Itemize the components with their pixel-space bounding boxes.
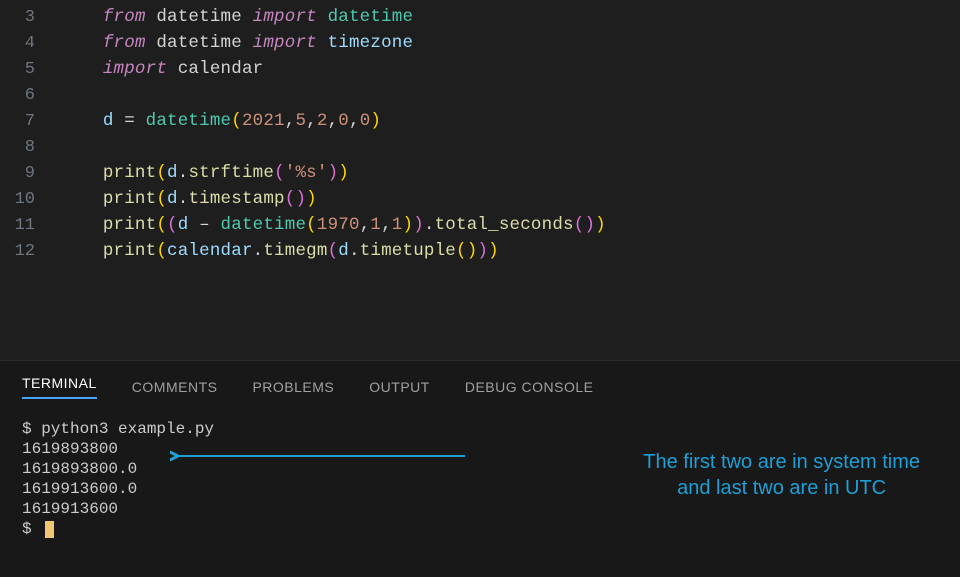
code-content[interactable]: print(d.strftime('%s')) [60, 163, 349, 183]
code-line[interactable]: 11 print((d – datetime(1970,1,1)).total_… [0, 212, 960, 238]
code-editor[interactable]: 3 from datetime import datetime4 from da… [0, 0, 960, 304]
tab-problems[interactable]: PROBLEMS [252, 379, 334, 395]
tab-debug-console[interactable]: DEBUG CONSOLE [465, 379, 594, 395]
tab-comments[interactable]: COMMENTS [132, 379, 218, 395]
panel-tabs: TERMINAL COMMENTS PROBLEMS OUTPUT DEBUG … [0, 361, 960, 409]
code-line[interactable]: 8 [0, 134, 960, 160]
terminal-line: 1619913600 [22, 499, 938, 519]
code-content[interactable] [60, 85, 103, 105]
terminal-line: $ python3 example.py [22, 419, 938, 439]
terminal-cursor [45, 521, 54, 538]
terminal-line: $ [22, 519, 938, 539]
code-content[interactable]: from datetime import datetime [60, 7, 413, 27]
line-number: 12 [0, 242, 60, 261]
line-number: 5 [0, 60, 60, 79]
line-number: 4 [0, 34, 60, 53]
code-content[interactable]: print(calendar.timegm(d.timetuple())) [60, 241, 499, 261]
line-number: 6 [0, 86, 60, 105]
tab-output[interactable]: OUTPUT [369, 379, 430, 395]
code-content[interactable]: print((d – datetime(1970,1,1)).total_sec… [60, 215, 606, 235]
code-line[interactable]: 3 from datetime import datetime [0, 4, 960, 30]
code-content[interactable]: print(d.timestamp()) [60, 189, 317, 209]
code-content[interactable]: from datetime import timezone [60, 33, 413, 53]
line-number: 3 [0, 8, 60, 27]
code-content[interactable]: d = datetime(2021,5,2,0,0) [60, 111, 381, 131]
annotation-text: The first two are in system time and las… [643, 449, 920, 501]
tab-terminal[interactable]: TERMINAL [22, 375, 97, 399]
code-line[interactable]: 12 print(calendar.timegm(d.timetuple())) [0, 238, 960, 264]
code-line[interactable]: 9 print(d.strftime('%s')) [0, 160, 960, 186]
code-line[interactable]: 7 d = datetime(2021,5,2,0,0) [0, 108, 960, 134]
line-number: 10 [0, 190, 60, 209]
annotation-line2: and last two are in UTC [643, 475, 920, 501]
annotation-line1: The first two are in system time [643, 449, 920, 475]
line-number: 7 [0, 112, 60, 131]
code-line[interactable]: 6 [0, 82, 960, 108]
code-line[interactable]: 5 import calendar [0, 56, 960, 82]
line-number: 9 [0, 164, 60, 183]
code-content[interactable] [60, 137, 103, 157]
line-number: 11 [0, 216, 60, 235]
code-line[interactable]: 4 from datetime import timezone [0, 30, 960, 56]
code-line[interactable]: 10 print(d.timestamp()) [0, 186, 960, 212]
line-number: 8 [0, 138, 60, 157]
code-content[interactable]: import calendar [60, 59, 263, 79]
